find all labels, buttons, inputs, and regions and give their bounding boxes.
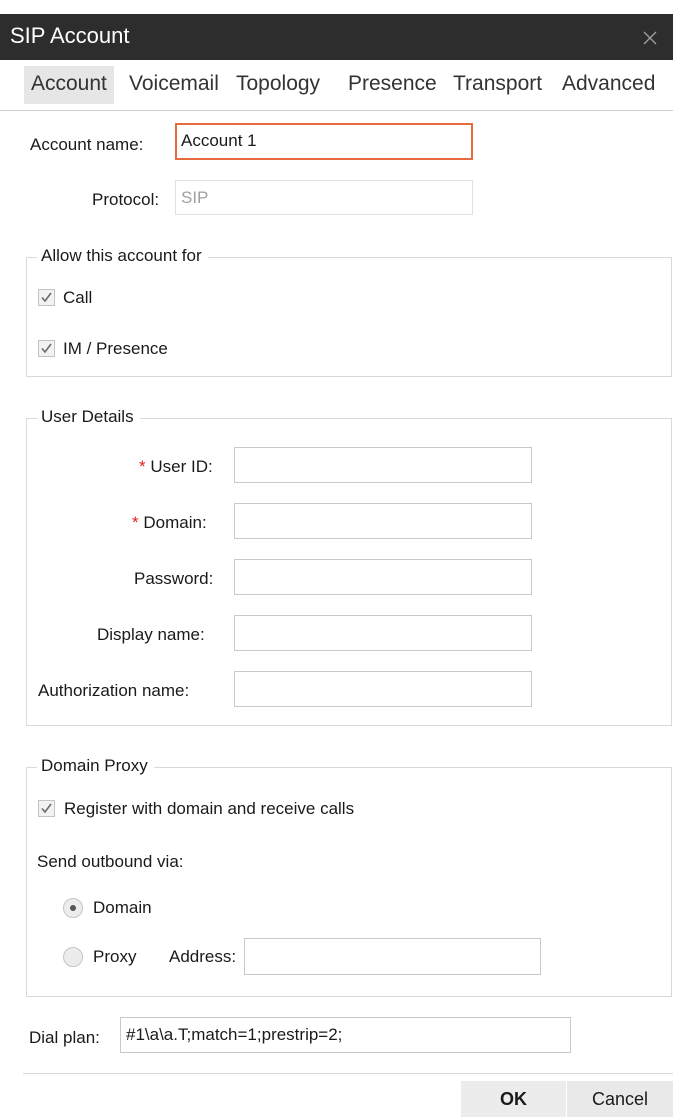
close-icon — [643, 31, 657, 45]
register-checkbox[interactable] — [38, 800, 55, 817]
protocol-field: SIP — [175, 180, 473, 215]
tab-account[interactable]: Account — [24, 66, 114, 104]
domain-label: * Domain: — [132, 513, 207, 533]
domain-proxy-legend: Domain Proxy — [37, 756, 154, 776]
call-label: Call — [63, 288, 93, 307]
domain-radio-label: Domain — [93, 898, 152, 917]
im-presence-checkbox[interactable] — [38, 340, 55, 357]
window-title: SIP Account — [10, 23, 130, 48]
call-checkbox[interactable] — [38, 289, 55, 306]
account-name-input[interactable]: Account 1 — [175, 123, 473, 160]
authorization-name-label: Authorization name: — [38, 681, 190, 700]
password-label: Password: — [134, 569, 214, 588]
tab-presence[interactable]: Presence — [341, 66, 444, 104]
allow-account-legend: Allow this account for — [37, 246, 208, 266]
dial-plan-label: Dial plan: — [29, 1028, 100, 1047]
address-label: Address: — [169, 947, 237, 966]
display-name-label: Display name: — [97, 625, 205, 644]
account-name-label: Account name: — [30, 135, 144, 154]
send-outbound-label: Send outbound via: — [37, 852, 184, 871]
user-details-legend: User Details — [37, 407, 140, 427]
tab-advanced[interactable]: Advanced — [555, 66, 662, 104]
display-name-input[interactable] — [234, 615, 532, 651]
required-marker: * — [132, 513, 139, 532]
tab-transport[interactable]: Transport — [446, 66, 549, 104]
tab-bar: Account Voicemail Topology Presence Tran… — [0, 60, 673, 111]
proxy-radio-label: Proxy — [93, 947, 137, 966]
im-presence-label: IM / Presence — [63, 339, 168, 358]
protocol-label: Protocol: — [92, 190, 160, 209]
close-button[interactable] — [627, 14, 673, 60]
proxy-radio[interactable] — [63, 947, 83, 967]
password-input[interactable] — [234, 559, 532, 595]
window-top-edge — [0, 0, 673, 14]
title-bar: SIP Account — [0, 14, 673, 60]
check-icon — [41, 292, 52, 303]
user-id-label-text: User ID: — [150, 457, 213, 476]
tab-voicemail[interactable]: Voicemail — [122, 66, 226, 104]
ok-button[interactable]: OK — [461, 1081, 566, 1117]
required-marker: * — [139, 457, 146, 476]
authorization-name-input[interactable] — [234, 671, 532, 707]
cancel-button[interactable]: Cancel — [567, 1081, 673, 1117]
user-id-label: * User ID: — [139, 457, 213, 477]
check-icon — [41, 343, 52, 354]
domain-label-text: Domain: — [143, 513, 207, 532]
dial-plan-input[interactable]: #1\a\a.T;match=1;prestrip=2; — [120, 1017, 571, 1053]
domain-input[interactable] — [234, 503, 532, 539]
domain-radio[interactable] — [63, 898, 83, 918]
user-id-input[interactable] — [234, 447, 532, 483]
proxy-address-input[interactable] — [244, 938, 541, 975]
footer-separator — [23, 1073, 673, 1074]
register-label: Register with domain and receive calls — [64, 799, 355, 818]
radio-selected-dot — [70, 905, 76, 911]
tab-topology[interactable]: Topology — [229, 66, 327, 104]
check-icon — [41, 803, 52, 814]
allow-account-group: Allow this account for — [26, 246, 672, 377]
